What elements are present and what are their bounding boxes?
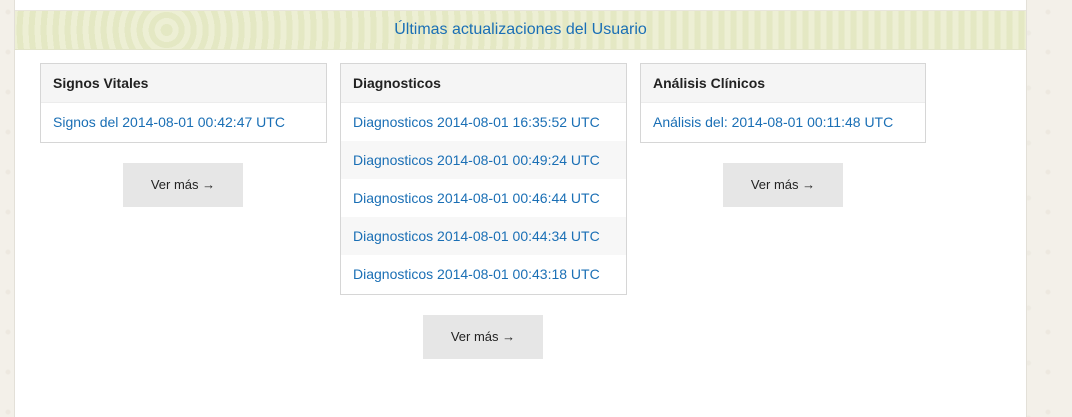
section-header: Últimas actualizaciones del Usuario: [15, 11, 1026, 50]
signos-vitales-card: Signos Vitales Signos del 2014-08-01 00:…: [40, 63, 327, 143]
diagnosticos-card: Diagnosticos Diagnosticos 2014-08-01 16:…: [340, 63, 627, 295]
diagnosticos-item-link[interactable]: Diagnosticos 2014-08-01 00:49:24 UTC: [341, 141, 626, 179]
diagnosticos-item-link[interactable]: Diagnosticos 2014-08-01 00:43:18 UTC: [341, 255, 626, 293]
main-panel: Últimas actualizaciones del Usuario Sign…: [14, 0, 1027, 417]
section-title: Últimas actualizaciones del Usuario: [394, 21, 647, 38]
analisis-item-link[interactable]: Análisis del: 2014-08-01 00:11:48 UTC: [641, 103, 925, 141]
diagnosticos-item-link[interactable]: Diagnosticos 2014-08-01 00:46:44 UTC: [341, 179, 626, 217]
diagnosticos-ver-mas-button[interactable]: Ver más →: [423, 315, 543, 359]
analisis-ver-mas-button[interactable]: Ver más →: [723, 163, 843, 207]
diagnosticos-item-link[interactable]: Diagnosticos 2014-08-01 00:44:34 UTC: [341, 217, 626, 255]
analisis-clinicos-title: Análisis Clínicos: [641, 64, 925, 103]
diagnosticos-item-link[interactable]: Diagnosticos 2014-08-01 16:35:52 UTC: [341, 103, 626, 141]
signos-item-link[interactable]: Signos del 2014-08-01 00:42:47 UTC: [41, 103, 326, 141]
diagnosticos-title: Diagnosticos: [341, 64, 626, 103]
signos-ver-mas-button[interactable]: Ver más →: [123, 163, 243, 207]
top-strip: [15, 0, 1026, 11]
analisis-clinicos-card: Análisis Clínicos Análisis del: 2014-08-…: [640, 63, 926, 143]
signos-vitales-title: Signos Vitales: [41, 64, 326, 103]
